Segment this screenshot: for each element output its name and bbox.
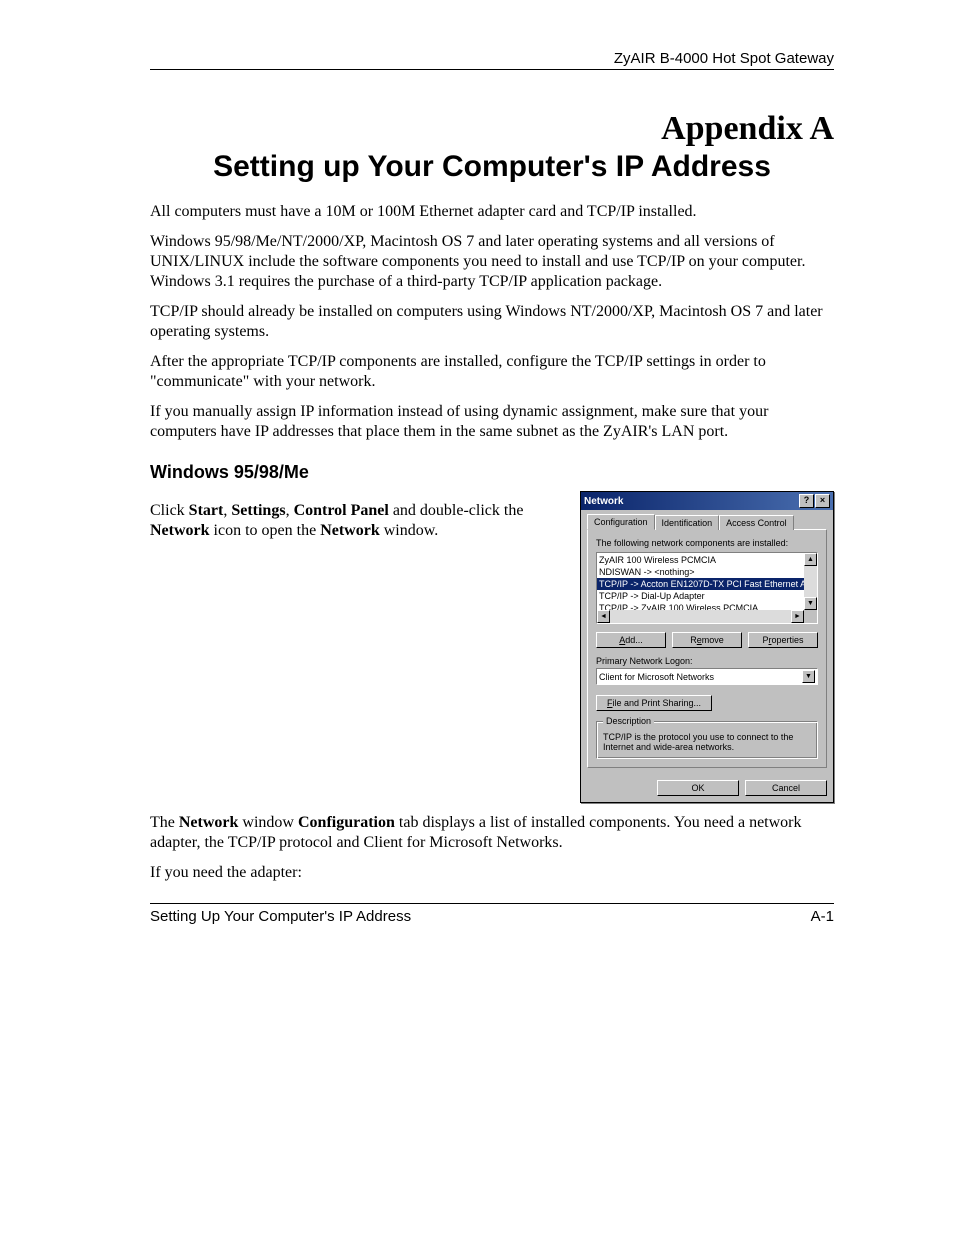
scroll-up-icon[interactable]: ▲ [804,553,817,566]
cancel-button[interactable]: Cancel [745,780,827,796]
instruction-1: Click Start, Settings, Control Panel and… [150,501,562,541]
post-paragraph-1: The Network window Configuration tab dis… [150,813,834,853]
vertical-scrollbar[interactable]: ▲ ▼ [804,553,817,610]
tab-row: Configuration Identification Access Cont… [581,510,833,529]
intro-paragraph-3: TCP/IP should already be installed on co… [150,302,834,342]
scroll-down-icon[interactable]: ▼ [804,597,817,610]
footer-title: Setting Up Your Computer's IP Address [150,908,411,925]
scroll-corner [804,610,817,623]
primary-logon-dropdown[interactable]: Client for Microsoft Networks ▼ [596,668,818,685]
primary-logon-label: Primary Network Logon: [596,656,818,666]
page-title: Setting up Your Computer's IP Address [150,150,834,184]
remove-button[interactable]: Remove [672,632,742,648]
page-number: A-1 [811,908,834,925]
section-heading-windows: Windows 95/98/Me [150,462,834,483]
horizontal-scrollbar[interactable]: ◄ ► [597,610,804,623]
components-listbox[interactable]: ZyAIR 100 Wireless PCMCIA NDISWAN -> <no… [596,552,818,624]
network-dialog: Network ? × Configuration Identification… [580,491,834,803]
help-button[interactable]: ? [799,494,814,508]
list-item[interactable]: TCP/IP -> Dial-Up Adapter [597,590,817,602]
scroll-left-icon[interactable]: ◄ [597,610,610,623]
primary-logon-value: Client for Microsoft Networks [599,672,714,682]
file-print-sharing-button[interactable]: File and Print Sharing... [596,695,712,711]
close-button[interactable]: × [815,494,830,508]
description-groupbox: Description TCP/IP is the protocol you u… [596,721,818,759]
tab-panel-configuration: The following network components are ins… [587,529,827,768]
intro-paragraph-4: After the appropriate TCP/IP components … [150,352,834,392]
tab-identification[interactable]: Identification [655,515,720,530]
product-name: ZyAIR B-4000 Hot Spot Gateway [614,50,834,67]
header-bar: ZyAIR B-4000 Hot Spot Gateway [150,50,834,70]
scroll-right-icon[interactable]: ► [791,610,804,623]
list-item[interactable]: ZyAIR 100 Wireless PCMCIA [597,554,817,566]
list-item[interactable]: NDISWAN -> <nothing> [597,566,817,578]
appendix-heading: Appendix A [150,110,834,148]
components-label: The following network components are ins… [596,538,818,548]
intro-paragraph-5: If you manually assign IP information in… [150,402,834,442]
description-title: Description [603,716,654,726]
add-button[interactable]: AAdd...dd... [596,632,666,648]
list-item-selected[interactable]: TCP/IP -> Accton EN1207D-TX PCI Fast Eth… [597,578,817,590]
post-paragraph-2: If you need the adapter: [150,863,834,883]
chevron-down-icon[interactable]: ▼ [802,670,815,683]
dialog-title: Network [584,496,623,507]
description-text: TCP/IP is the protocol you use to connec… [603,732,811,752]
document-page: ZyAIR B-4000 Hot Spot Gateway Appendix A… [0,0,954,975]
tab-configuration[interactable]: Configuration [587,514,655,530]
intro-paragraph-1: All computers must have a 10M or 100M Et… [150,202,834,222]
dialog-titlebar[interactable]: Network ? × [581,492,833,510]
properties-button[interactable]: Properties [748,632,818,648]
footer-bar: Setting Up Your Computer's IP Address A-… [150,903,834,925]
instruction-row: Click Start, Settings, Control Panel and… [150,491,834,803]
intro-paragraph-2: Windows 95/98/Me/NT/2000/XP, Macintosh O… [150,232,834,292]
ok-button[interactable]: OK [657,780,739,796]
tab-access-control[interactable]: Access Control [719,515,794,530]
